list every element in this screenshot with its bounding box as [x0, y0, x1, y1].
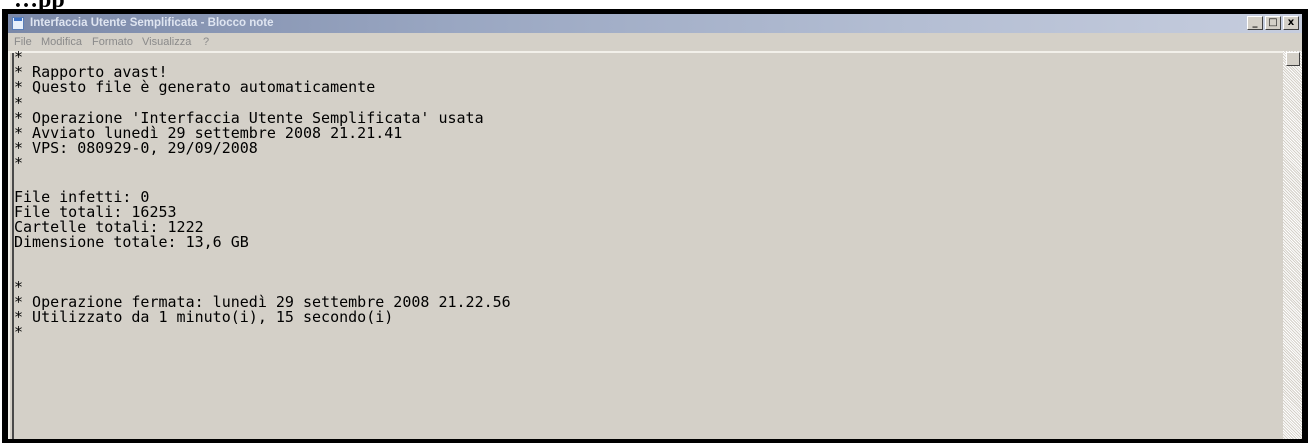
- menu-modifica[interactable]: Modifica: [41, 35, 82, 49]
- document-line: * Utilizzato da 1 minuto(i), 15 secondo(…: [14, 308, 394, 326]
- screenshot-frame: Interfaccia Utente Semplificata - Blocco…: [2, 9, 1308, 443]
- notepad-icon[interactable]: [12, 17, 24, 30]
- text-editor[interactable]: * * Rapporto avast! * Questo file è gene…: [8, 50, 1283, 439]
- document-line: *: [14, 323, 24, 341]
- menu-formato[interactable]: Formato: [92, 35, 133, 49]
- window-title: Interfaccia Utente Semplificata - Blocco…: [30, 17, 274, 29]
- notepad-window: Interfaccia Utente Semplificata - Blocco…: [8, 14, 1302, 439]
- menu-bar: File Modifica Formato Visualizza ?: [8, 33, 1302, 51]
- minimize-button[interactable]: _: [1247, 16, 1263, 30]
- document-line: * Questo file è generato automaticamente: [14, 78, 376, 96]
- document-line: Dimensione totale: 13,6 GB: [14, 233, 249, 251]
- vertical-scrollbar[interactable]: [1283, 51, 1302, 439]
- title-bar[interactable]: Interfaccia Utente Semplificata - Blocco…: [8, 14, 1302, 33]
- scroll-up-button[interactable]: [1286, 52, 1300, 66]
- document-line: * VPS: 080929-0, 29/09/2008: [14, 139, 258, 157]
- document-line: *: [14, 154, 24, 172]
- window-controls: _ □ x: [1245, 16, 1299, 31]
- maximize-button[interactable]: □: [1265, 16, 1281, 30]
- close-button[interactable]: x: [1283, 16, 1299, 30]
- menu-help[interactable]: ?: [203, 35, 209, 49]
- menu-visualizza[interactable]: Visualizza: [142, 35, 191, 49]
- menu-file[interactable]: File: [14, 35, 32, 49]
